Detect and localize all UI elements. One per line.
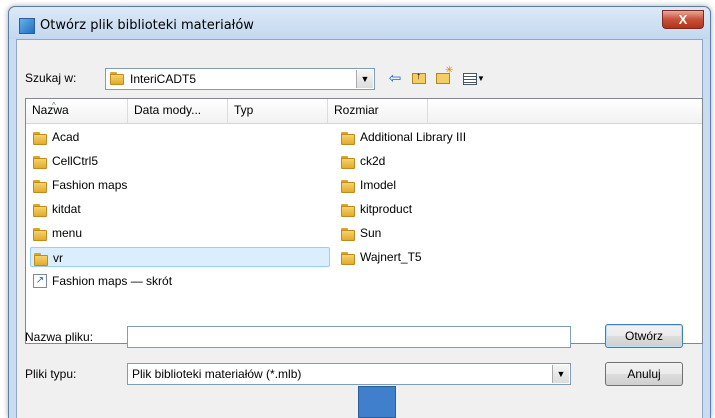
sort-ascending-icon: ^ bbox=[52, 101, 56, 110]
list-item[interactable]: Wajnert_T5 bbox=[338, 247, 422, 267]
lookin-value: InteriCADT5 bbox=[130, 72, 197, 86]
item-label: vr bbox=[53, 251, 63, 265]
filetype-label: Pliki typu: bbox=[25, 367, 77, 381]
folder-icon bbox=[33, 227, 49, 247]
column-type[interactable]: Typ bbox=[228, 99, 328, 123]
item-label: kitdat bbox=[52, 202, 81, 216]
drag-handle[interactable] bbox=[358, 386, 396, 418]
list-item-shortcut[interactable]: ↗ Fashion maps — skrót bbox=[30, 271, 172, 291]
folder-icon bbox=[341, 131, 357, 151]
item-label: Additional Library III bbox=[360, 130, 467, 144]
column-name-label: Nazwa bbox=[32, 103, 69, 117]
lookin-dropdown[interactable]: InteriCADT5 ▼ bbox=[105, 68, 375, 90]
open-dialog-window: Otwórz plik biblioteki materiałów X Szuk… bbox=[8, 6, 711, 418]
folder-icon bbox=[33, 179, 49, 199]
column-header: ^ Nazwa Data mody... Typ Rozmiar bbox=[26, 99, 702, 124]
cancel-button[interactable]: Anuluj bbox=[605, 362, 683, 386]
item-label: Imodel bbox=[360, 178, 397, 192]
chevron-down-icon[interactable]: ▼ bbox=[356, 70, 373, 88]
list-item[interactable]: CellCtrl5 bbox=[30, 151, 98, 171]
list-item[interactable]: ck2d bbox=[338, 151, 385, 171]
folder-icon bbox=[110, 72, 126, 88]
window-title: Otwórz plik biblioteki materiałów bbox=[40, 18, 254, 33]
column-size[interactable]: Rozmiar bbox=[328, 99, 428, 123]
item-label: Wajnert_T5 bbox=[360, 250, 422, 264]
folder-icon bbox=[341, 203, 357, 223]
folder-icon bbox=[341, 227, 357, 247]
view-menu-icon[interactable]: ▼ bbox=[459, 69, 489, 89]
filetype-value: Plik biblioteki materiałów (*.mlb) bbox=[132, 367, 302, 381]
column-name[interactable]: ^ Nazwa bbox=[26, 99, 128, 123]
folder-icon bbox=[33, 155, 49, 175]
list-item-selected[interactable]: vr bbox=[30, 247, 330, 267]
folder-icon bbox=[341, 179, 357, 199]
list-item[interactable]: Additional Library III bbox=[338, 127, 466, 147]
folder-icon bbox=[341, 251, 357, 271]
filetype-dropdown[interactable]: Plik biblioteki materiałów (*.mlb) ▼ bbox=[127, 363, 571, 385]
folder-icon bbox=[33, 203, 49, 223]
list-item[interactable]: kitproduct bbox=[338, 199, 412, 219]
item-label: CellCtrl5 bbox=[52, 154, 99, 168]
chevron-down-icon[interactable]: ▼ bbox=[552, 365, 569, 383]
close-button[interactable]: X bbox=[662, 10, 704, 29]
item-label: ck2d bbox=[360, 154, 386, 168]
item-label: Fashion maps — skrót bbox=[52, 274, 173, 288]
file-list[interactable]: ^ Nazwa Data mody... Typ Rozmiar Acad Ce… bbox=[25, 98, 703, 344]
back-arrow-icon[interactable]: ⇦ bbox=[385, 69, 405, 89]
item-label: menu bbox=[52, 226, 83, 240]
list-item[interactable]: menu bbox=[30, 223, 82, 243]
item-label: Sun bbox=[360, 226, 382, 240]
item-label: Fashion maps bbox=[52, 178, 128, 192]
list-item[interactable]: kitdat bbox=[30, 199, 81, 219]
filename-field[interactable] bbox=[127, 326, 571, 348]
lookin-label: Szukaj w: bbox=[25, 71, 77, 85]
item-label: kitproduct bbox=[360, 202, 413, 216]
list-item[interactable]: Imodel bbox=[338, 175, 396, 195]
folder-icon bbox=[33, 131, 49, 151]
folder-icon bbox=[341, 155, 357, 175]
column-date[interactable]: Data mody... bbox=[128, 99, 228, 123]
shortcut-icon: ↗ bbox=[33, 274, 47, 288]
title-bar[interactable]: Otwórz plik biblioteki materiałów X bbox=[9, 7, 710, 39]
dialog-body: Szukaj w: InteriCADT5 ▼ ⇦ ↑ ✳ ▼ ^ Nazwa … bbox=[16, 39, 703, 418]
filename-label: Nazwa pliku: bbox=[25, 330, 94, 344]
new-folder-icon[interactable]: ✳ bbox=[433, 66, 453, 89]
list-item[interactable]: Fashion maps bbox=[30, 175, 127, 195]
app-icon bbox=[19, 18, 35, 34]
open-button[interactable]: Otwórz bbox=[605, 324, 683, 348]
list-item[interactable]: Acad bbox=[30, 127, 79, 147]
folder-icon bbox=[34, 252, 50, 272]
item-label: Acad bbox=[52, 130, 80, 144]
up-folder-icon[interactable]: ↑ bbox=[409, 69, 429, 89]
list-item[interactable]: Sun bbox=[338, 223, 381, 243]
